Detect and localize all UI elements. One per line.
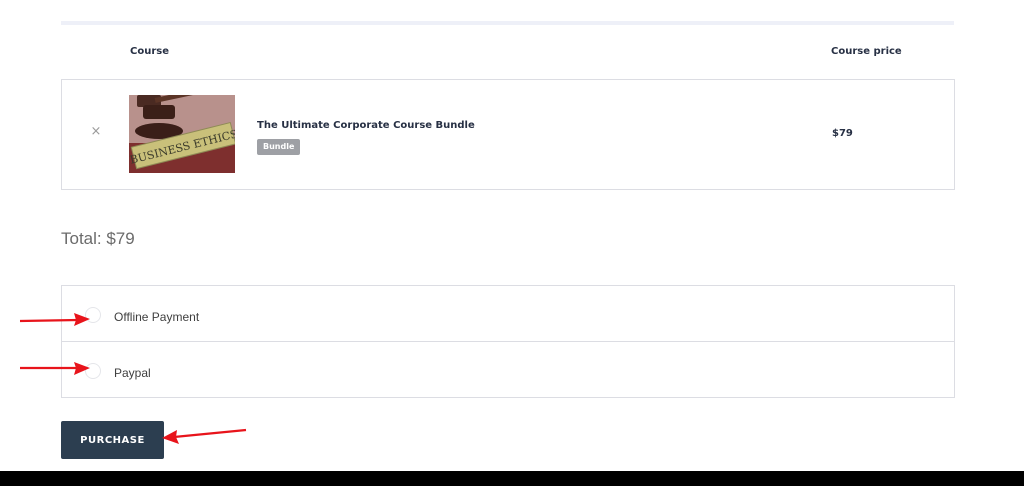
payment-methods: Offline Payment Paypal [61,285,955,398]
payment-option-paypal[interactable]: Paypal [62,342,954,398]
payment-option-label: Offline Payment [114,310,200,324]
payment-option-label: Paypal [114,366,151,380]
bundle-badge: Bundle [257,139,301,155]
bottom-bar [0,471,1024,486]
column-header-price: Course price [831,46,902,57]
payment-option-offline[interactable]: Offline Payment [62,286,954,342]
course-title[interactable]: The Ultimate Corporate Course Bundle [257,120,475,131]
course-price: $79 [832,128,853,139]
remove-item-icon[interactable]: × [89,125,103,139]
course-thumbnail[interactable]: BUSINESS ETHICS [129,95,235,173]
top-divider [61,21,954,25]
cart-row: × BUSINESS ETHICS The Ultimate Corporate… [61,79,955,190]
order-total: Total: $79 [61,229,135,248]
annotation-arrow-purchase [162,428,247,444]
annotation-arrow-offline [19,313,90,326]
purchase-button[interactable]: PURCHASE [61,421,164,459]
column-header-course: Course [130,46,169,57]
annotation-arrow-paypal [20,362,90,375]
